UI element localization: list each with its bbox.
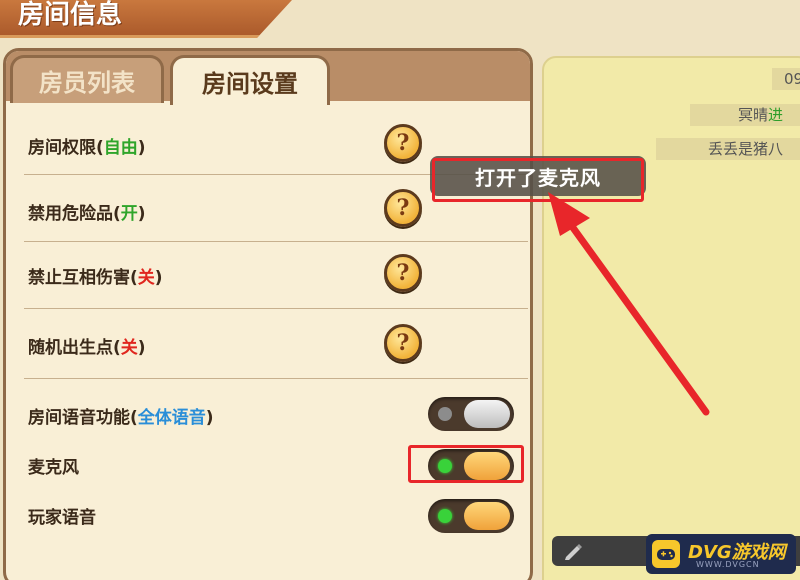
setting-row-no-mutual-damage: 禁止互相伤害(关) ? (24, 242, 528, 309)
setting-label: 随机出生点(关) (28, 338, 146, 358)
chat-timestamp: 09 (772, 68, 800, 90)
setting-state: 自由 (103, 138, 138, 158)
setting-label: 禁用危险品(开) (28, 204, 146, 224)
microphone-highlight-box (408, 445, 524, 483)
toast-highlight-box (432, 158, 644, 202)
setting-state: 关 (137, 268, 155, 288)
chat-panel: 09 冥晴进 丢丢是猪八 (542, 56, 800, 580)
toggle-indicator (438, 407, 452, 421)
watermark: DVG游戏网 WWW.DVGCN (646, 534, 796, 574)
setting-label: 房间权限(自由) (28, 138, 146, 158)
room-voice-toggle[interactable] (428, 397, 514, 431)
room-settings-panel: 房员列表 房间设置 房间权限(自由) ? 禁用危险品(开) ? 禁止互相伤害(关… (3, 48, 533, 580)
player-voice-toggle[interactable] (428, 499, 514, 533)
tab-room-settings[interactable]: 房间设置 (170, 55, 330, 105)
toggle-knob (464, 502, 510, 530)
gamepad-logo-icon (652, 540, 680, 568)
setting-label: 禁止互相伤害(关) (28, 268, 163, 288)
page-title: 房间信息 (18, 0, 123, 30)
help-icon[interactable]: ? (384, 124, 422, 162)
setting-label: 麦克风 (28, 458, 79, 478)
help-icon[interactable]: ? (384, 254, 422, 292)
setting-state: 关 (120, 338, 138, 358)
chat-message: 丢丢是猪八 (656, 138, 800, 160)
setting-state: 全体语音 (137, 408, 206, 428)
pencil-icon (565, 544, 582, 560)
help-icon[interactable]: ? (384, 324, 422, 362)
setting-state: 开 (120, 204, 138, 224)
setting-row-room-voice: 房间语音功能(全体语音) (24, 379, 528, 439)
setting-row-random-spawn: 随机出生点(关) ? (24, 309, 528, 379)
setting-row-player-voice: 玩家语音 (24, 491, 528, 541)
toggle-knob (464, 400, 510, 428)
setting-label: 玩家语音 (28, 508, 96, 528)
watermark-url: WWW.DVGCN (696, 560, 760, 569)
chat-message: 冥晴进 (690, 104, 800, 126)
help-icon[interactable]: ? (384, 189, 422, 227)
tab-member-list[interactable]: 房员列表 (10, 55, 164, 103)
toggle-indicator (438, 509, 452, 523)
setting-label: 房间语音功能(全体语音) (28, 408, 214, 428)
